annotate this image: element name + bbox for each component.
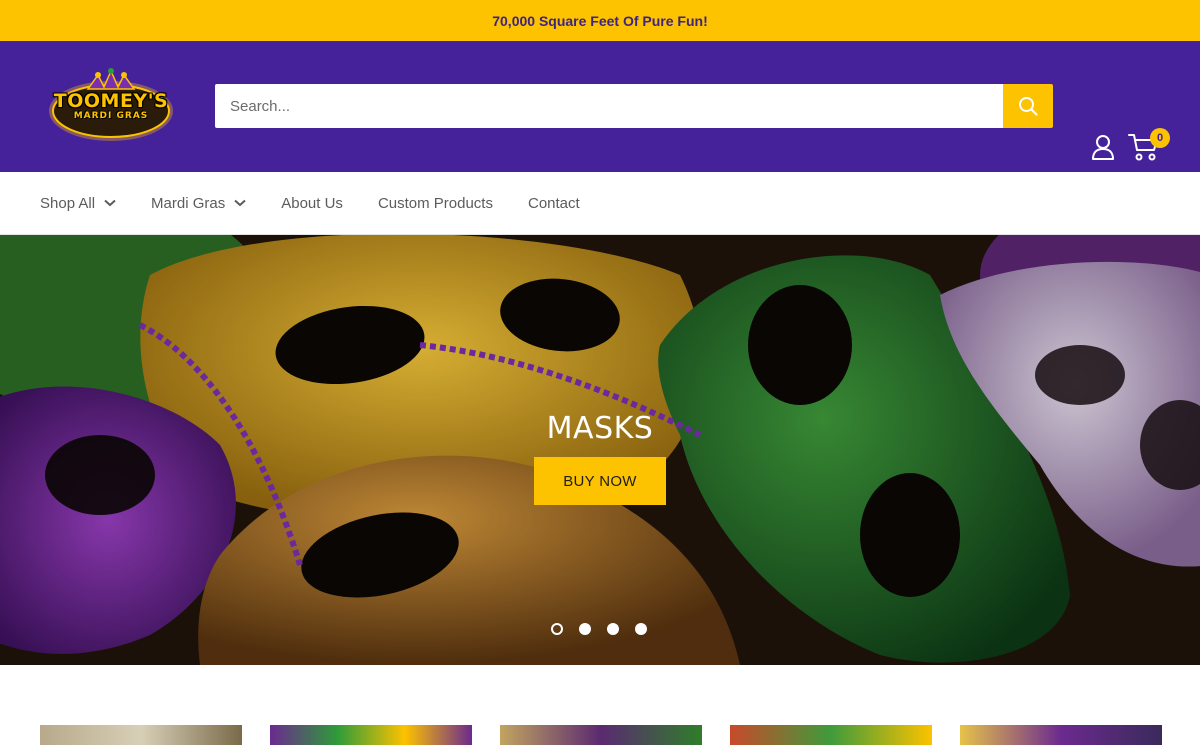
logo-main-text: TOOMEY'S xyxy=(53,90,169,112)
category-thumb[interactable] xyxy=(40,725,242,745)
category-thumb[interactable] xyxy=(500,725,702,745)
nav-item-contact[interactable]: Contact xyxy=(528,195,580,212)
search-bar xyxy=(215,84,1053,128)
user-icon[interactable] xyxy=(1091,134,1115,160)
slide-dots xyxy=(551,623,663,635)
nav-item-label: About Us xyxy=(281,194,343,212)
chevron-down-icon xyxy=(104,199,116,207)
slide-dot-3[interactable] xyxy=(607,623,619,635)
search-icon xyxy=(1019,97,1038,116)
hero-image xyxy=(0,235,1200,665)
chevron-down-icon xyxy=(234,199,246,207)
nav-item-mardi-gras[interactable]: Mardi Gras xyxy=(151,195,246,212)
search-input[interactable] xyxy=(215,84,1003,128)
nav-item-label: Mardi Gras xyxy=(151,194,226,212)
nav-item-label: Contact xyxy=(527,194,580,212)
nav-item-shop-all[interactable]: Shop All xyxy=(40,195,116,212)
nav-item-label: Shop All xyxy=(40,194,96,212)
slide-dot-1[interactable] xyxy=(551,623,563,635)
hero-title: MASKS xyxy=(546,411,654,446)
nav-item-about-us[interactable]: About Us xyxy=(281,195,343,212)
category-thumb[interactable] xyxy=(270,725,472,745)
logo-sub-text: MARDI GRAS xyxy=(73,111,149,121)
search-button[interactable] xyxy=(1003,84,1053,128)
nav-item-label: Custom Products xyxy=(377,194,493,212)
logo[interactable]: TOOMEY'S MARDI GRAS xyxy=(46,67,176,147)
announcement-text: 70,000 Square Feet Of Pure Fun! xyxy=(492,12,708,29)
nav-item-custom-products[interactable]: Custom Products xyxy=(378,195,493,212)
logo-text: TOOMEY'S MARDI GRAS xyxy=(54,92,168,121)
cart-count-badge: 0 xyxy=(1150,128,1170,148)
buy-now-button[interactable]: BUY NOW xyxy=(534,457,666,505)
hero-slideshow: MASKS BUY NOW xyxy=(0,235,1200,665)
main-nav: Shop All Mardi Gras About Us Custom Prod… xyxy=(0,172,1200,235)
category-thumb[interactable] xyxy=(960,725,1162,745)
slide-dot-2[interactable] xyxy=(579,623,591,635)
announcement-bar: 70,000 Square Feet Of Pure Fun! xyxy=(0,0,1200,41)
category-thumbnails xyxy=(40,725,1190,745)
slide-dot-4[interactable] xyxy=(635,623,647,635)
category-thumb[interactable] xyxy=(730,725,932,745)
site-header: TOOMEY'S MARDI GRAS 0 xyxy=(0,41,1200,172)
